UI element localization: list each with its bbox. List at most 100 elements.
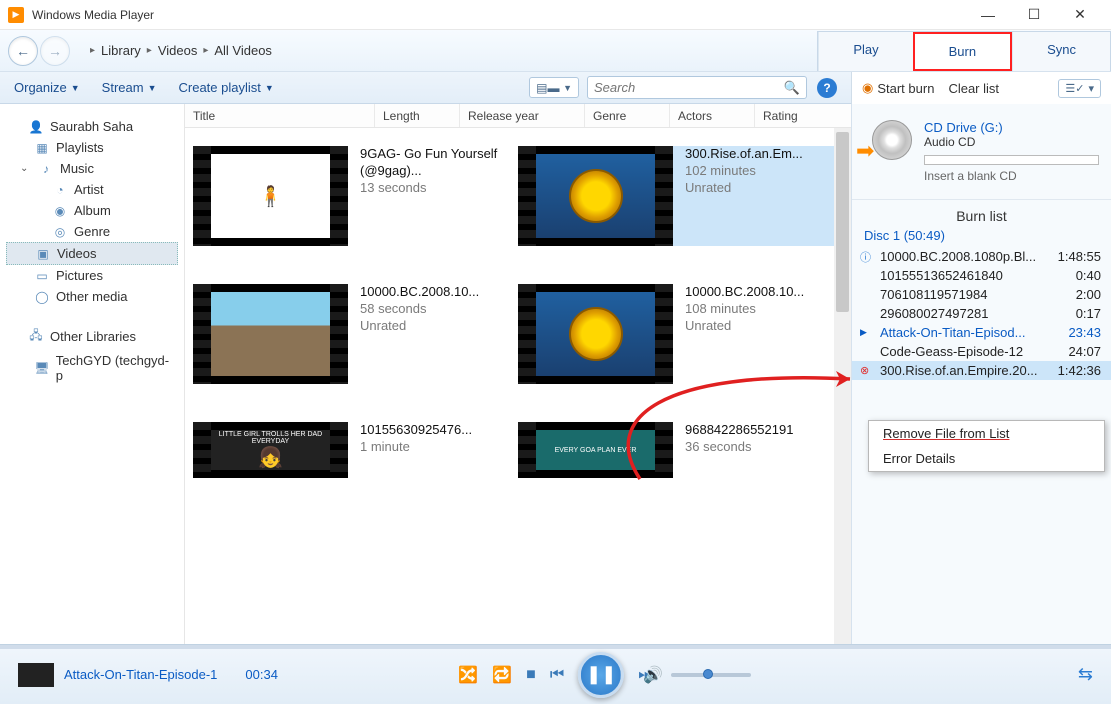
col-actors[interactable]: Actors	[670, 104, 755, 127]
organize-menu[interactable]: Organize▼	[14, 80, 80, 95]
burn-list-item[interactable]: ▶Attack-On-Titan-Episod...23:43	[852, 323, 1111, 342]
video-thumbnail: 🧍	[193, 146, 348, 246]
tree-artist[interactable]: ◔Artist	[6, 179, 178, 200]
info-icon: ⓘ	[860, 249, 871, 265]
forward-button[interactable]: →	[40, 36, 70, 66]
col-release[interactable]: Release year	[460, 104, 585, 127]
menu-error-details[interactable]: Error Details	[869, 446, 1104, 471]
disc-icon: ➡	[864, 120, 912, 168]
video-item[interactable]: EVERY GOA PLAN EVER 96884228655219136 se…	[518, 422, 843, 478]
scrollbar[interactable]	[834, 128, 851, 644]
list-icon: ☰✓	[1065, 82, 1084, 95]
burn-list-item[interactable]: 101555136524618400:40	[852, 266, 1111, 285]
chevron-down-icon: ▾	[1088, 82, 1094, 95]
menu-remove-from-list[interactable]: Remove File from List	[869, 421, 1104, 446]
create-playlist-menu[interactable]: Create playlist▼	[179, 80, 274, 95]
disc-info: Disc 1 (50:49)	[852, 228, 1111, 247]
scrollbar-thumb[interactable]	[836, 132, 849, 312]
minimize-button[interactable]	[965, 0, 1011, 30]
close-button[interactable]	[1057, 0, 1103, 30]
back-button[interactable]: ←	[8, 36, 38, 66]
burn-list-item[interactable]: 2960800274972810:17	[852, 304, 1111, 323]
burn-list-heading: Burn list	[852, 200, 1111, 228]
tree-album[interactable]: ◉Album	[6, 200, 178, 221]
app-icon	[8, 7, 24, 23]
chevron-down-icon: ▼	[563, 83, 572, 93]
video-thumbnail: LITTLE GIRL TROLLS HER DAD EVERYDAY👧	[193, 422, 348, 478]
burn-list-item[interactable]: ⓘ10000.BC.2008.1080p.Bl...1:48:55	[852, 247, 1111, 266]
col-rating[interactable]: Rating	[755, 104, 851, 127]
seek-bar[interactable]	[0, 645, 1111, 649]
play-indicator-icon: ▶	[860, 327, 867, 338]
breadcrumb-videos[interactable]: Videos	[158, 43, 198, 58]
video-icon: ▣	[35, 247, 51, 261]
grid-icon: ▤▬	[536, 81, 559, 95]
video-thumbnail	[518, 284, 673, 384]
nav-tree: 👤Saurabh Saha ▦Playlists ⌄♪Music ◔Artist…	[0, 104, 185, 644]
artist-icon: ◔	[52, 183, 68, 197]
video-item[interactable]: 10000.BC.2008.10...58 secondsUnrated	[193, 284, 518, 384]
tree-videos[interactable]: ▣Videos	[6, 242, 178, 265]
tree-user[interactable]: 👤Saurabh Saha	[6, 116, 178, 137]
chevron-down-icon: ▼	[265, 83, 274, 93]
video-thumbnail	[193, 284, 348, 384]
playlist-icon: ▦	[34, 141, 50, 155]
start-burn-button[interactable]: ◉Start burn	[862, 80, 934, 96]
video-rating: Unrated	[360, 318, 479, 335]
tree-playlists[interactable]: ▦Playlists	[6, 137, 178, 158]
video-duration: 1 minute	[360, 439, 472, 456]
window-title: Windows Media Player	[32, 8, 965, 22]
maximize-button[interactable]	[1011, 0, 1057, 30]
tree-techgyd[interactable]: 🖥TechGYD (techgyd-p	[6, 350, 178, 386]
video-thumbnail	[518, 146, 673, 246]
search-box[interactable]: 🔍	[587, 76, 807, 99]
stream-menu[interactable]: Stream▼	[102, 80, 157, 95]
volume-knob[interactable]	[703, 669, 713, 679]
video-item[interactable]: LITTLE GIRL TROLLS HER DAD EVERYDAY👧 101…	[193, 422, 518, 478]
video-rating: Unrated	[685, 180, 803, 197]
burn-icon: ◉	[862, 80, 873, 96]
video-duration: 102 minutes	[685, 163, 803, 180]
clear-list-button[interactable]: Clear list	[948, 81, 999, 96]
libraries-icon: 🖧	[28, 326, 44, 347]
tree-music[interactable]: ⌄♪Music	[6, 158, 178, 179]
search-icon[interactable]: 🔍	[784, 80, 800, 96]
tab-play[interactable]: Play	[818, 32, 912, 71]
tree-other-media[interactable]: ◯Other media	[6, 286, 178, 307]
video-item[interactable]: 🧍 9GAG- Go Fun Yourself (@9gag)...13 sec…	[193, 146, 518, 246]
breadcrumb-library[interactable]: Library	[101, 43, 141, 58]
chevron-down-icon: ▼	[71, 83, 80, 93]
media-icon: ◯	[34, 290, 50, 304]
video-title: 968842286552191	[685, 422, 793, 439]
col-title[interactable]: Title	[185, 104, 375, 127]
collapse-icon[interactable]: ⌄	[20, 163, 32, 174]
list-options-button[interactable]: ☰✓ ▾	[1058, 79, 1101, 98]
video-title: 10155630925476...	[360, 422, 472, 439]
col-length[interactable]: Length	[375, 104, 460, 127]
video-title: 10000.BC.2008.10...	[360, 284, 479, 301]
tree-genre[interactable]: ◎Genre	[6, 221, 178, 242]
tab-burn[interactable]: Burn	[913, 32, 1012, 71]
tab-sync[interactable]: Sync	[1012, 32, 1110, 71]
burn-list-item[interactable]: ⊗300.Rise.of.an.Empire.20...1:42:36	[852, 361, 1111, 380]
video-rating: Unrated	[685, 318, 804, 335]
tree-other-libraries[interactable]: 🖧Other Libraries	[6, 323, 178, 350]
burn-list-item[interactable]: Code-Geass-Episode-1224:07	[852, 342, 1111, 361]
video-item[interactable]: 10000.BC.2008.10...108 minutesUnrated	[518, 284, 843, 384]
drive-name[interactable]: CD Drive (G:)	[924, 120, 1099, 135]
drive-type: Audio CD	[924, 135, 1099, 149]
computer-icon: 🖥	[34, 361, 50, 375]
video-thumbnail: EVERY GOA PLAN EVER	[518, 422, 673, 478]
video-duration: 108 minutes	[685, 301, 804, 318]
error-icon: ⊗	[860, 364, 869, 377]
help-button[interactable]: ?	[817, 78, 837, 98]
burn-list-item[interactable]: 7061081195719842:00	[852, 285, 1111, 304]
context-menu: Remove File from List Error Details	[868, 420, 1105, 472]
tree-pictures[interactable]: ▭Pictures	[6, 265, 178, 286]
search-input[interactable]	[594, 80, 784, 95]
breadcrumb-allvideos[interactable]: All Videos	[214, 43, 272, 58]
col-genre[interactable]: Genre	[585, 104, 670, 127]
video-item[interactable]: 300.Rise.of.an.Em...102 minutesUnrated	[518, 146, 843, 246]
view-options-button[interactable]: ▤▬ ▼	[529, 77, 579, 98]
music-icon: ♪	[38, 162, 54, 176]
